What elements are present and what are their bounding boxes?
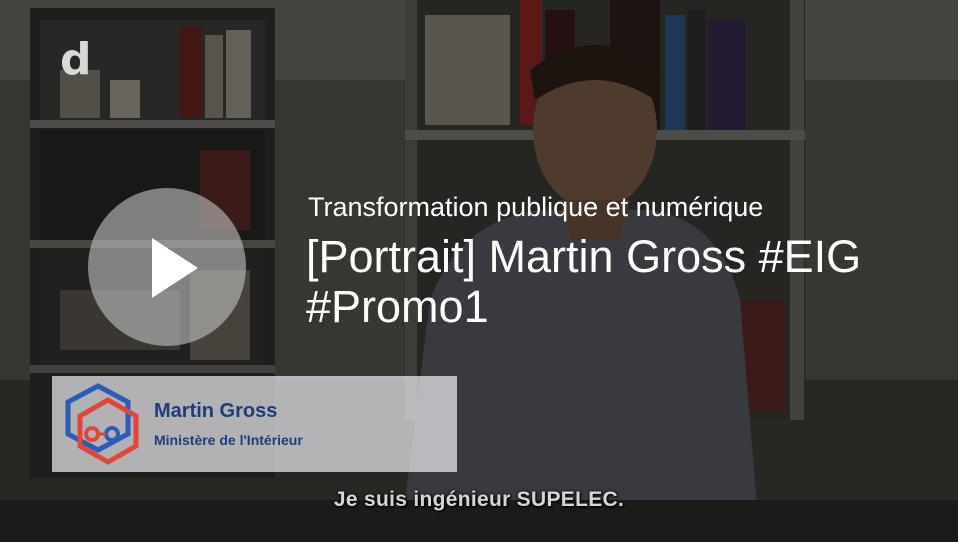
- lower-third-caption: Martin Gross Ministère de l'Intérieur: [52, 376, 457, 472]
- video-title[interactable]: [Portrait] Martin Gross #EIG #Promo1: [306, 232, 926, 332]
- video-player[interactable]: d Transformation publique et numérique […: [0, 0, 958, 542]
- hexagon-logo-icon: [65, 383, 139, 465]
- play-icon: [152, 238, 198, 298]
- play-button[interactable]: [88, 188, 246, 346]
- speaker-name: Martin Gross: [154, 400, 278, 422]
- speaker-organization: Ministère de l'Intérieur: [154, 432, 303, 448]
- channel-name[interactable]: Transformation publique et numérique: [308, 190, 763, 224]
- video-subtitle: Je suis ingénieur SUPELEC.: [333, 488, 625, 511]
- dailymotion-logo[interactable]: d: [60, 38, 91, 82]
